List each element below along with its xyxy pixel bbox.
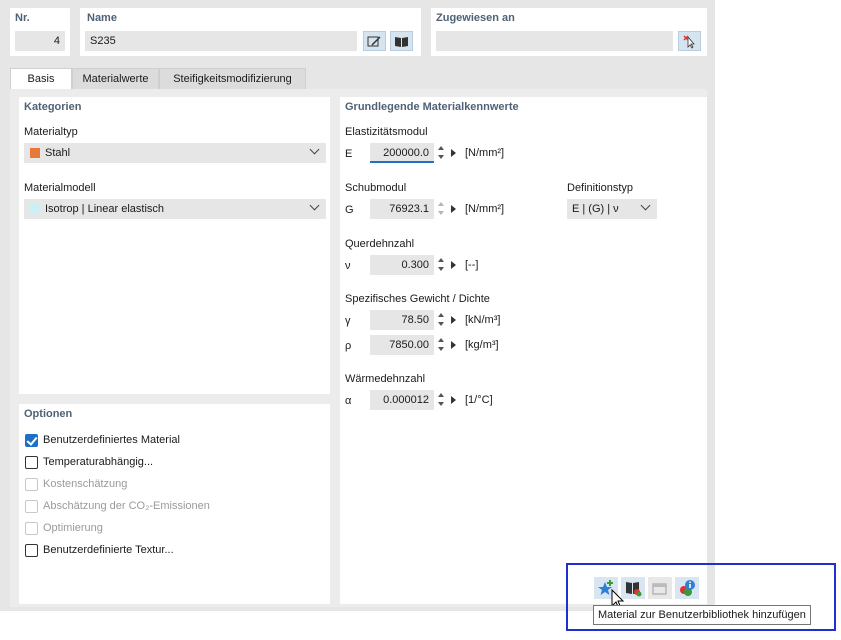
checkbox-texture[interactable] xyxy=(25,544,38,557)
tab-materialwerte[interactable]: Materialwerte xyxy=(72,68,159,89)
gamma-input[interactable]: 78.50 xyxy=(370,310,434,330)
checkbox-cost[interactable] xyxy=(25,478,38,491)
edit-name-button[interactable] xyxy=(363,31,386,51)
poisson-label: Querdehnzahl xyxy=(345,238,415,250)
e-menu-arrow-icon[interactable] xyxy=(451,149,456,157)
gamma-spinner[interactable] xyxy=(436,310,446,330)
e-unit: [N/mm²] xyxy=(465,147,505,159)
option-optimization-label: Optimierung xyxy=(43,522,103,534)
options-title: Optionen xyxy=(24,408,73,420)
pick-button[interactable] xyxy=(678,31,701,51)
e-modulus-input[interactable]: 200000.0 xyxy=(370,143,434,163)
properties-title: Grundlegende Materialkennwerte xyxy=(345,101,519,113)
rho-input[interactable]: 7850.00 xyxy=(370,335,434,355)
g-spinner[interactable] xyxy=(436,199,446,219)
alpha-spinner[interactable] xyxy=(436,390,446,410)
rho-menu-arrow-icon[interactable] xyxy=(451,341,456,349)
shear-modulus-label: Schubmodul xyxy=(345,182,407,194)
rho-symbol: ρ xyxy=(345,340,352,352)
material-model-label: Materialmodell xyxy=(24,182,96,194)
nr-field[interactable]: 4 xyxy=(15,31,65,51)
material-type-select[interactable]: Stahl xyxy=(24,143,326,163)
info-icon xyxy=(680,580,695,596)
window-icon xyxy=(652,583,667,595)
poisson-input[interactable]: 0.300 xyxy=(370,255,434,275)
tab-basis[interactable]: Basis xyxy=(10,68,72,89)
density-label: Spezifisches Gewicht / Dichte xyxy=(345,293,490,305)
rho-spinner[interactable] xyxy=(436,335,446,355)
g-symbol: G xyxy=(345,204,354,216)
checkbox-optimization[interactable] xyxy=(25,522,38,535)
option-texture-label: Benutzerdefinierte Textur... xyxy=(43,544,174,556)
steel-color-swatch xyxy=(30,148,40,158)
nr-label: Nr. xyxy=(15,12,30,24)
chevron-down-icon xyxy=(309,144,320,155)
thermal-input[interactable]: 0.000012 xyxy=(370,390,434,410)
nu-unit: [--] xyxy=(465,259,479,271)
chevron-down-icon xyxy=(640,200,651,211)
name-field[interactable]: S235 xyxy=(85,31,357,51)
categories-panel: Kategorien Materialtyp Stahl Materialmod… xyxy=(19,97,330,394)
assigned-field[interactable] xyxy=(436,31,673,51)
checkbox-custom-material[interactable] xyxy=(25,434,38,447)
model-color-swatch xyxy=(30,204,40,214)
edit-text-icon xyxy=(367,35,381,46)
name-panel: Name S235 xyxy=(80,8,421,56)
nr-panel: Nr. 4 xyxy=(10,8,70,56)
properties-panel: Grundlegende Materialkennwerte Elastizit… xyxy=(340,97,707,604)
export-button-disabled[interactable] xyxy=(648,577,672,599)
nu-symbol: ν xyxy=(345,260,351,272)
rho-unit: [kg/m³] xyxy=(465,339,499,351)
e-symbol: E xyxy=(345,148,353,160)
assigned-label: Zugewiesen an xyxy=(436,12,515,24)
gamma-symbol: γ xyxy=(345,315,351,327)
material-type-value: Stahl xyxy=(45,147,71,159)
definition-type-label: Definitionstyp xyxy=(567,182,634,194)
assigned-panel: Zugewiesen an xyxy=(431,8,707,56)
checkbox-temperature[interactable] xyxy=(25,456,38,469)
thermal-label: Wärmedehnzahl xyxy=(345,373,426,385)
gamma-menu-arrow-icon[interactable] xyxy=(451,316,456,324)
e-spinner[interactable] xyxy=(436,143,446,163)
select-cursor-icon xyxy=(683,34,695,49)
book-material-icon xyxy=(626,582,642,597)
alpha-menu-arrow-icon[interactable] xyxy=(451,396,456,404)
alpha-symbol: α xyxy=(345,395,352,407)
book-icon xyxy=(395,36,408,47)
g-unit: [N/mm²] xyxy=(465,203,505,215)
material-model-select[interactable]: Isotrop | Linear elastisch xyxy=(24,199,326,219)
gamma-unit: [kN/m³] xyxy=(465,314,501,326)
nu-menu-arrow-icon[interactable] xyxy=(451,261,456,269)
name-label: Name xyxy=(87,12,117,24)
options-panel: Optionen Benutzerdefiniertes Material Te… xyxy=(19,404,330,604)
tab-steifigkeitsmodifizierung[interactable]: Steifigkeitsmodifizierung xyxy=(159,68,306,89)
categories-title: Kategorien xyxy=(24,101,82,113)
definition-type-select[interactable]: E | (G) | ν xyxy=(567,199,657,219)
chevron-down-icon xyxy=(309,200,320,211)
option-cost-label: Kostenschätzung xyxy=(43,478,128,490)
material-info-button[interactable] xyxy=(675,577,699,599)
shear-modulus-input[interactable]: 76923.1 xyxy=(370,199,434,219)
material-type-label: Materialtyp xyxy=(24,126,78,138)
library-button[interactable] xyxy=(390,31,413,51)
material-model-value: Isotrop | Linear elastisch xyxy=(45,203,165,215)
alpha-unit: [1/°C] xyxy=(465,394,493,406)
option-co2-label: Abschätzung der CO₂-Emissionen xyxy=(43,500,210,512)
e-modulus-label: Elastizitätsmodul xyxy=(345,126,428,138)
g-menu-arrow-icon[interactable] xyxy=(451,205,456,213)
definition-type-value: E | (G) | ν xyxy=(572,203,619,215)
nu-spinner[interactable] xyxy=(436,255,446,275)
checkbox-co2[interactable] xyxy=(25,500,38,513)
option-custom-material-label: Benutzerdefiniertes Material xyxy=(43,434,180,446)
tooltip: Material zur Benutzerbibliothek hinzufüg… xyxy=(593,605,811,625)
option-temperature-label: Temperaturabhängig... xyxy=(43,456,154,468)
